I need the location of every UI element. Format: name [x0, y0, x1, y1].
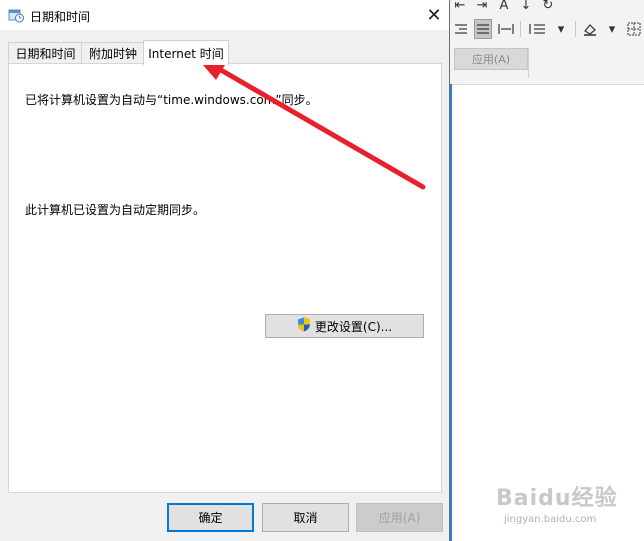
watermark-brand: Baidu经验: [496, 486, 618, 511]
change-settings-button[interactable]: 更改设置(C)...: [265, 314, 424, 338]
document-border: [450, 84, 452, 541]
close-icon[interactable]: ✕: [419, 0, 449, 30]
ok-button[interactable]: 确定: [167, 503, 254, 532]
list-indent-icon[interactable]: ⇤: [452, 0, 468, 14]
tab-additional-clocks[interactable]: 附加时钟: [81, 42, 145, 64]
cancel-button[interactable]: 取消: [262, 503, 349, 532]
line-spacing-icon[interactable]: [527, 20, 547, 38]
internet-time-panel: 已将计算机设置为自动与“time.windows.com”同步。 此计算机已设置…: [8, 63, 442, 493]
background-apply-button[interactable]: 应用(A): [454, 48, 528, 70]
list-outdent-icon[interactable]: ⇥: [474, 0, 490, 14]
align-right-icon[interactable]: [452, 20, 468, 38]
tab-date-time[interactable]: 日期和时间: [8, 42, 83, 64]
chevron-down-icon[interactable]: ▾: [553, 20, 569, 38]
ribbon-separator: [575, 21, 576, 37]
date-time-dialog: 日期和时间 ✕ 日期和时间 附加时钟 Internet 时间 已将计算机设置为自…: [0, 0, 450, 541]
distributed-icon[interactable]: [498, 20, 514, 38]
sort-icon[interactable]: ↓: [518, 0, 534, 14]
change-settings-label: 更改设置(C)...: [314, 319, 393, 334]
auto-sync-text: 此计算机已设置为自动定期同步。: [25, 203, 206, 217]
background-ribbon: ⇤ ⇥ A ↓ ↻ ▾ ▾ 应用(A): [450, 0, 644, 85]
shading-icon[interactable]: [582, 20, 598, 38]
watermark-url: jingyan.baidu.com: [504, 514, 597, 525]
background-divider: [528, 48, 529, 78]
borders-icon[interactable]: [626, 20, 642, 38]
watermark: Baidu经验 jingyan.baidu.com: [496, 480, 636, 530]
background-word-window: ⇤ ⇥ A ↓ ↻ ▾ ▾ 应用(A): [450, 0, 644, 541]
ribbon-separator: [520, 21, 521, 37]
text-direction-icon[interactable]: A: [496, 0, 512, 14]
ribbon-row-paragraph: ▾ ▾ ▾: [450, 18, 644, 40]
justify-icon[interactable]: [474, 19, 492, 39]
chevron-down-icon[interactable]: ▾: [604, 20, 620, 38]
datetime-settings-icon: [8, 7, 24, 23]
apply-button[interactable]: 应用(A): [356, 503, 443, 532]
tab-internet-time[interactable]: Internet 时间: [143, 40, 229, 65]
dialog-titlebar[interactable]: 日期和时间 ✕: [0, 0, 449, 30]
sync-status-text: 已将计算机设置为自动与“time.windows.com”同步。: [25, 93, 318, 107]
dialog-title: 日期和时间: [30, 10, 91, 24]
ribbon-row-top: ⇤ ⇥ A ↓ ↻: [450, 0, 556, 16]
wrap-icon[interactable]: ↻: [540, 0, 556, 14]
uac-shield-icon: [297, 317, 311, 335]
